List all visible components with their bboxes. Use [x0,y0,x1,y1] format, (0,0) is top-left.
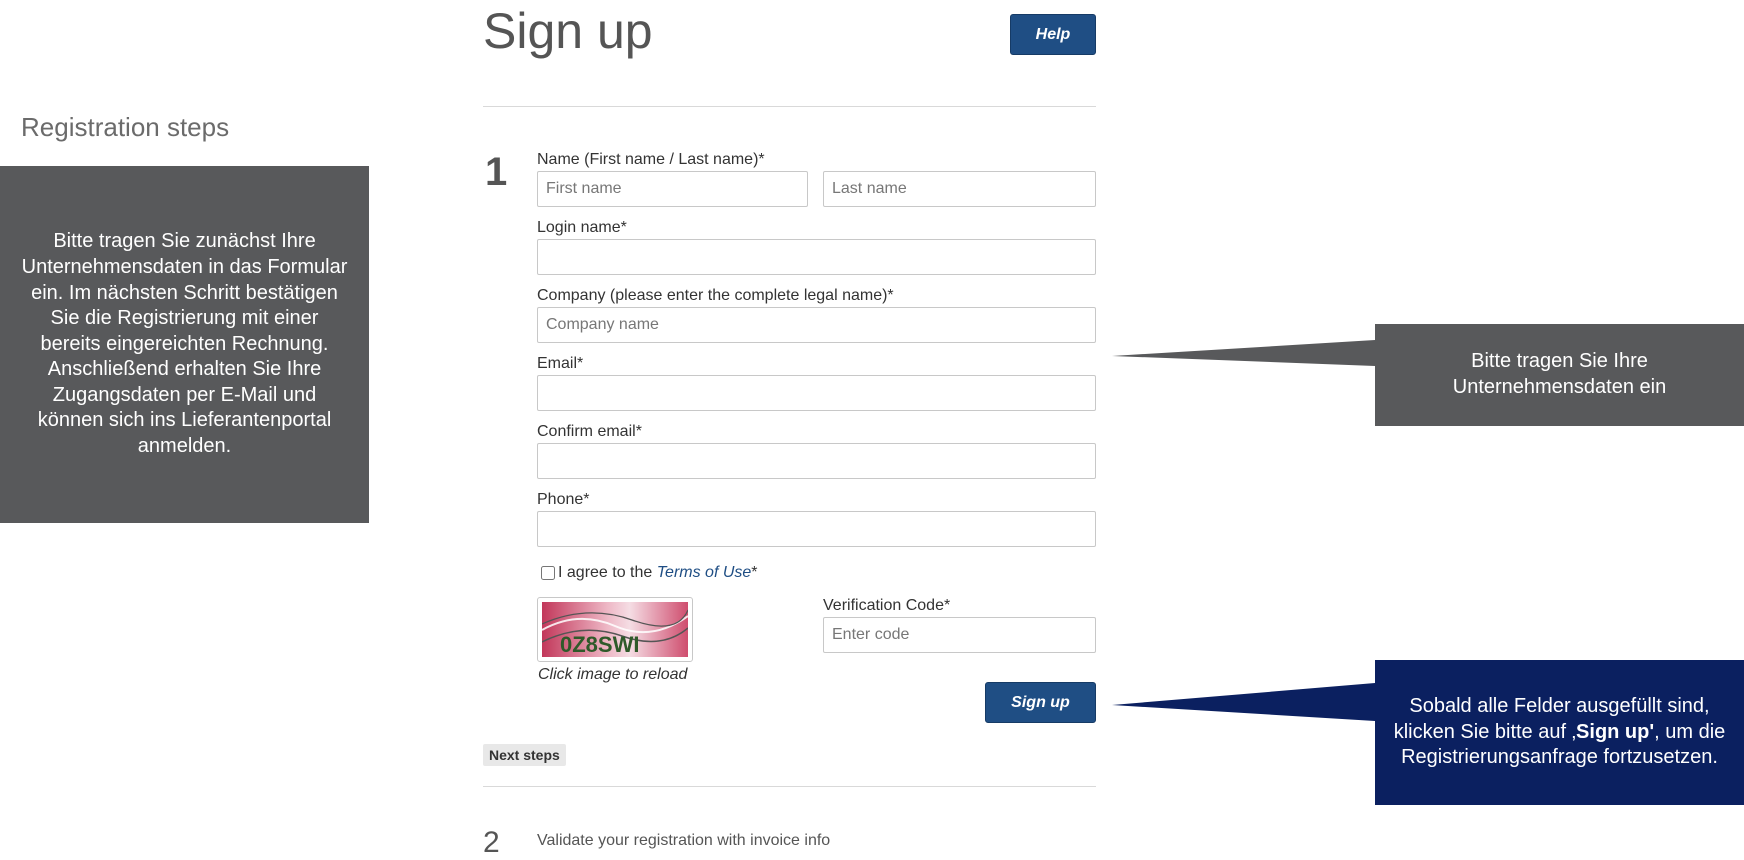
sign-up-callout-text: Sobald alle Felder ausgefüllt sind, klic… [1389,694,1730,771]
company-data-callout-text: Bitte tragen Sie Ihre Unternehmensdaten … [1452,350,1667,398]
sign-up-callout-bold: Sign up' [1576,720,1655,743]
sign-up-callout: Sobald alle Felder ausgefüllt sind, klic… [1375,660,1744,805]
company-data-callout: Bitte tragen Sie Ihre Unternehmensdaten … [1375,324,1744,426]
signup-callout-pointer [1112,683,1375,721]
company-callout-pointer [1112,340,1375,366]
